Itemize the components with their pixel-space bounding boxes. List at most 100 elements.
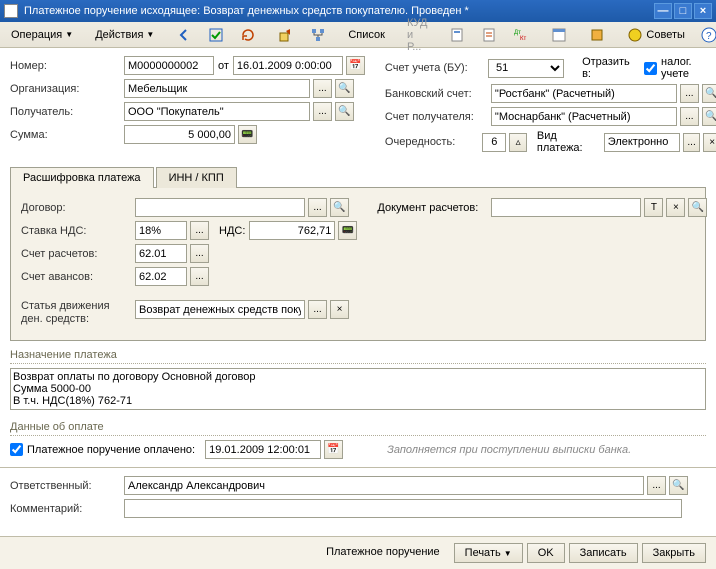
org-open-icon[interactable]: 🔍 (335, 79, 354, 98)
priority-input[interactable] (482, 133, 506, 152)
maximize-button[interactable]: □ (674, 3, 692, 19)
bank-acc-select-icon[interactable]: ... (680, 84, 699, 103)
account-label: Счет учета (БУ): (385, 62, 484, 74)
minimize-button[interactable]: — (654, 3, 672, 19)
operation-menu[interactable]: Операция ▼ (4, 26, 80, 44)
contract-input[interactable] (135, 198, 305, 217)
sum-calc-icon[interactable]: 📟 (238, 125, 257, 144)
vat-calc-icon[interactable]: 📟 (338, 221, 357, 240)
tab-detail[interactable]: Расшифровка платежа (10, 167, 154, 188)
org-label: Организация: (10, 83, 120, 95)
account-select[interactable]: 51 (488, 59, 564, 78)
report1-icon[interactable] (442, 24, 472, 46)
sum-label: Сумма: (10, 129, 120, 141)
actions-menu[interactable]: Действия ▼ (88, 26, 161, 44)
acc1-input[interactable] (135, 244, 187, 263)
post-icon[interactable] (201, 24, 231, 46)
bank-acc-input[interactable] (491, 84, 677, 103)
tax-checkbox[interactable] (644, 62, 657, 75)
sum-input[interactable] (124, 125, 235, 144)
date-picker-icon[interactable]: 📅 (346, 56, 365, 75)
resp-open-icon[interactable]: 🔍 (669, 476, 688, 495)
doc-open-icon[interactable]: 🔍 (688, 198, 707, 217)
app-icon (4, 4, 18, 18)
org-select-icon[interactable]: ... (313, 79, 332, 98)
doc-t-icon[interactable]: T (644, 198, 663, 217)
pay-type-select-icon[interactable]: ... (683, 133, 701, 152)
flow-clear-icon[interactable]: × (330, 300, 349, 319)
recipient-label: Получатель: (10, 106, 120, 118)
vat-rate-select-icon[interactable]: ... (190, 221, 209, 240)
from-label: от (218, 60, 229, 72)
date-input[interactable] (233, 56, 343, 75)
goto-icon[interactable] (271, 24, 301, 46)
flow-input[interactable] (135, 300, 305, 319)
contract-select-icon[interactable]: ... (308, 198, 327, 217)
recip-acc-open-icon[interactable]: 🔍 (702, 107, 716, 126)
back-icon[interactable] (169, 24, 199, 46)
footer: Платежное поручение Печать ▼ OK Записать… (0, 536, 716, 569)
acc2-input[interactable] (135, 267, 187, 286)
acc1-select-icon[interactable]: ... (190, 244, 209, 263)
priority-label: Очередность: (385, 136, 478, 148)
contract-label: Договор: (21, 202, 131, 214)
pay-type-clear-icon[interactable]: × (703, 133, 716, 152)
reflect-label: Отразить в: (582, 56, 640, 80)
paid-checkbox[interactable] (10, 443, 23, 456)
acc2-label: Счет авансов: (21, 271, 131, 283)
tab-inn-kpp[interactable]: ИНН / КПП (156, 167, 237, 188)
recipient-input[interactable] (124, 102, 310, 121)
help-icon[interactable]: ? (694, 24, 716, 46)
pin-icon[interactable] (582, 24, 612, 46)
paid-date-input[interactable] (205, 440, 321, 459)
svg-text:?: ? (706, 31, 712, 42)
list-button[interactable]: Список (341, 26, 392, 44)
report2-icon[interactable] (474, 24, 504, 46)
purpose-textarea[interactable] (10, 368, 706, 410)
comment-input[interactable] (124, 499, 682, 518)
svg-text:Кт: Кт (520, 36, 526, 42)
vat-input[interactable] (249, 221, 335, 240)
flow-select-icon[interactable]: ... (308, 300, 327, 319)
number-label: Номер: (10, 60, 120, 72)
vat-label: НДС: (219, 225, 245, 237)
acc1-label: Счет расчетов: (21, 248, 131, 260)
structure-icon[interactable] (303, 24, 333, 46)
form-icon[interactable] (544, 24, 574, 46)
po-link[interactable]: Платежное поручение (316, 543, 450, 563)
print-button[interactable]: Печать ▼ (454, 543, 523, 563)
recipient-select-icon[interactable]: ... (313, 102, 332, 121)
recipient-open-icon[interactable]: 🔍 (335, 102, 354, 121)
org-input[interactable] (124, 79, 310, 98)
doc-label: Документ расчетов: (377, 202, 487, 214)
tax-label: налог. учете (661, 56, 716, 80)
number-input[interactable] (124, 56, 214, 75)
purpose-title: Назначение платежа (10, 349, 706, 364)
recip-acc-select-icon[interactable]: ... (680, 107, 699, 126)
pay-type-label: Вид платежа: (537, 130, 600, 154)
save-button[interactable]: Записать (569, 543, 638, 563)
doc-clear-icon[interactable]: × (666, 198, 685, 217)
window-title: Платежное поручение исходящее: Возврат д… (24, 5, 654, 17)
pay-type-input[interactable] (604, 133, 680, 152)
tab-body: Договор: ...🔍 Ставка НДС: ... НДС: 📟 Сче… (10, 188, 706, 341)
paid-date-picker-icon[interactable]: 📅 (324, 440, 343, 459)
contract-open-icon[interactable]: 🔍 (330, 198, 349, 217)
refresh-icon[interactable] (233, 24, 263, 46)
close-form-button[interactable]: Закрыть (642, 543, 706, 563)
close-button[interactable]: × (694, 3, 712, 19)
acc2-select-icon[interactable]: ... (190, 267, 209, 286)
vat-rate-input[interactable] (135, 221, 187, 240)
flow-label: Статья движения ден. средств: (21, 300, 131, 326)
bank-acc-open-icon[interactable]: 🔍 (702, 84, 716, 103)
resp-select-icon[interactable]: ... (647, 476, 666, 495)
dtkt-icon[interactable]: ДтКт (506, 24, 536, 46)
resp-input[interactable] (124, 476, 644, 495)
tabs: Расшифровка платежа ИНН / КПП (10, 166, 706, 188)
doc-input[interactable] (491, 198, 641, 217)
advice-button[interactable]: Советы (620, 24, 691, 46)
priority-spin-icon[interactable]: ▵ (509, 133, 527, 152)
recip-acc-input[interactable] (491, 107, 677, 126)
comment-label: Комментарий: (10, 503, 120, 515)
ok-button[interactable]: OK (527, 543, 565, 563)
